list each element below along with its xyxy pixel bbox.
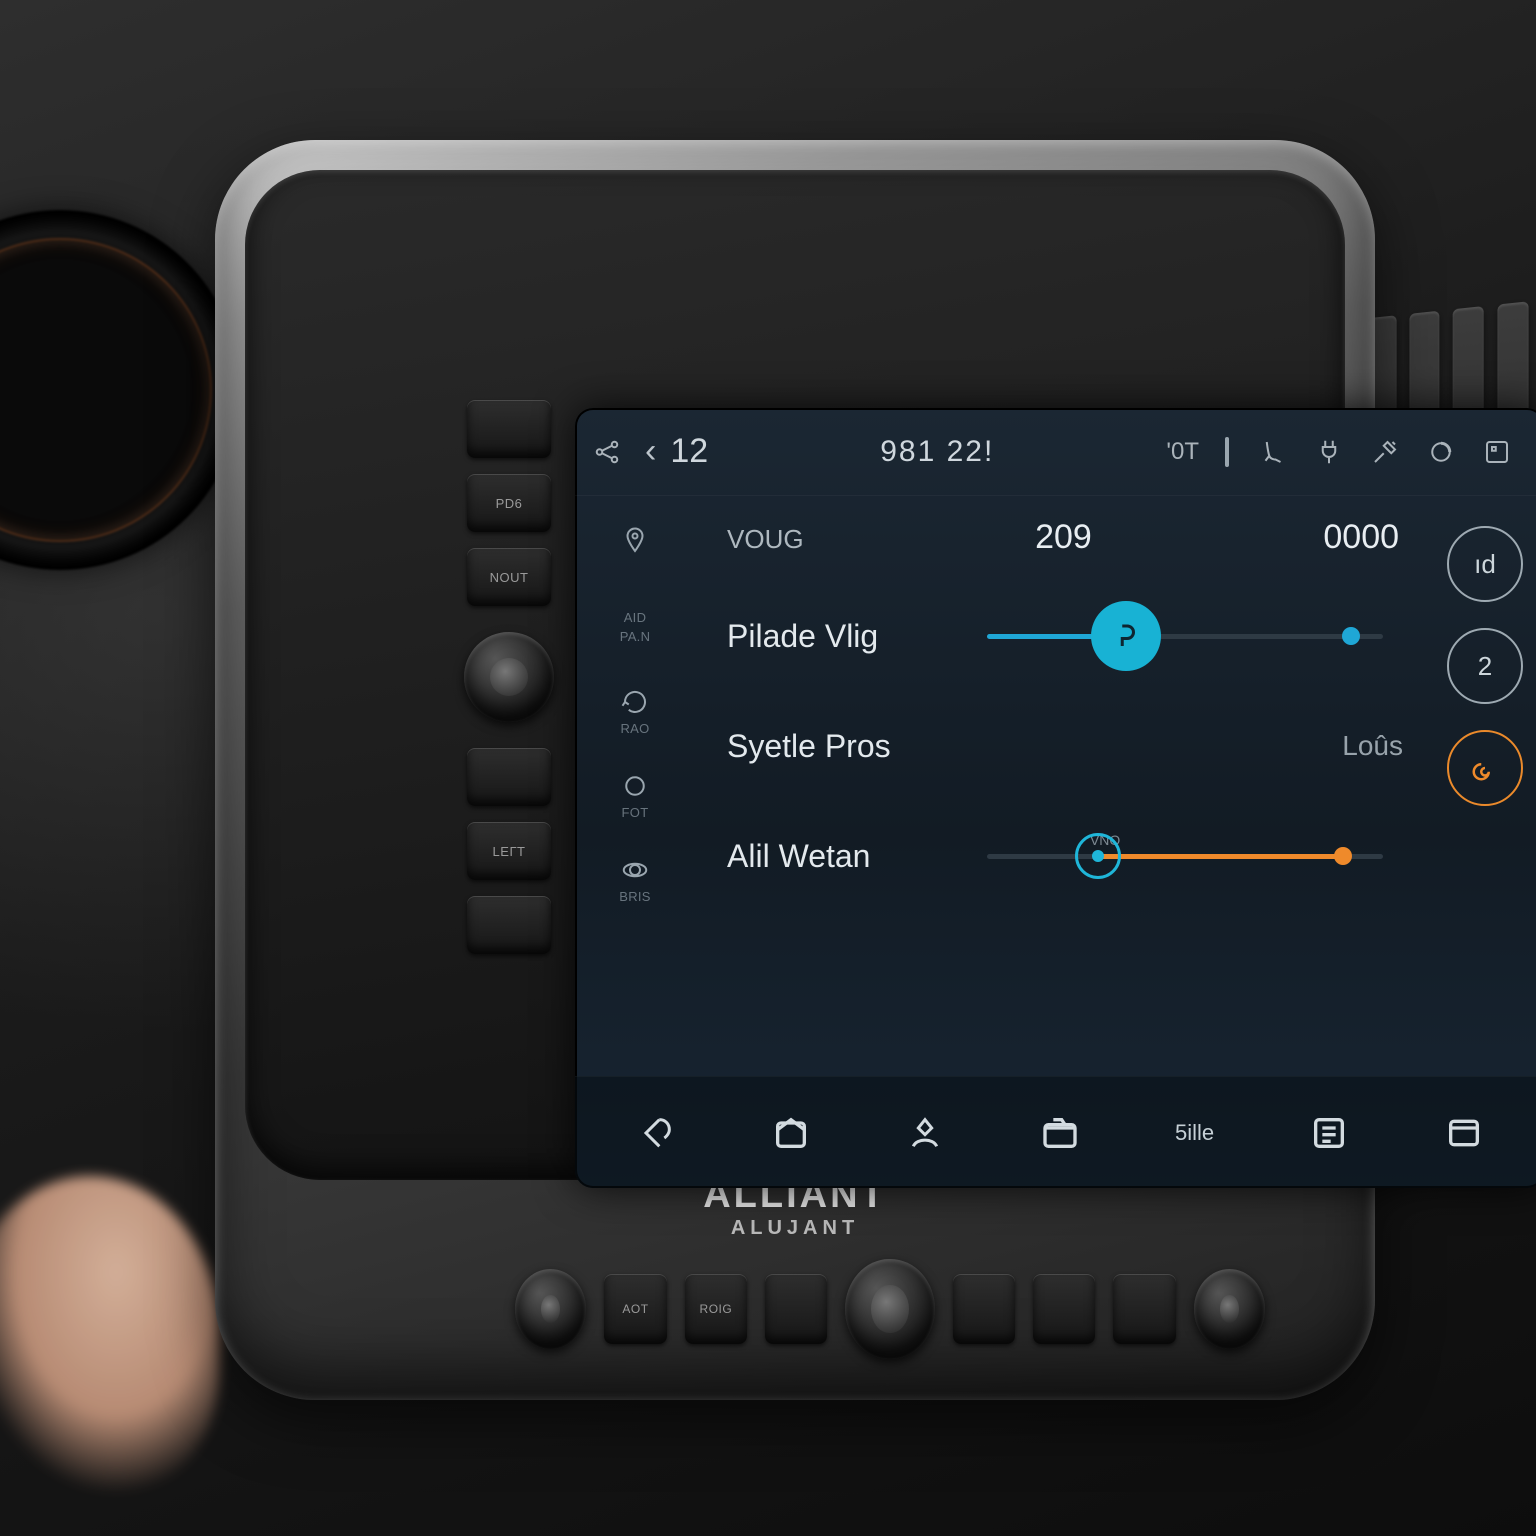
back-chevron-icon[interactable]: ‹ [645, 432, 656, 471]
status-seat-icon[interactable] [1255, 434, 1291, 470]
status-share-icon[interactable] [589, 434, 625, 470]
hw-bottom-3[interactable] [765, 1274, 827, 1344]
screen-content: AID PA.N RAO FOT BRIS [575, 496, 1536, 1076]
setting-row-1[interactable]: Syetle Pros Loûs [705, 691, 1415, 801]
sidebar-item-0[interactable] [575, 502, 695, 584]
main-panel: VOUG 209 0000 Pilade Vlig [695, 496, 1425, 1076]
sidebar-item-4[interactable]: BRIS [575, 838, 695, 920]
folder-icon [1040, 1113, 1080, 1153]
headunit-bezel: DAV' PD6 NOUT LEГТ AOT ROIG ALLIANT AL [215, 140, 1375, 1400]
nav-item-0[interactable] [589, 1113, 724, 1153]
quick-btn-2[interactable] [1447, 730, 1523, 806]
hw-btn-6[interactable] [467, 896, 551, 954]
row-title: Syetle Pros [727, 728, 967, 765]
sidebar-item-3[interactable]: FOT [575, 754, 695, 836]
list-icon [1309, 1113, 1349, 1153]
home-sq-icon [771, 1113, 811, 1153]
hw-bottom-2[interactable]: ROIG [685, 1274, 747, 1344]
hw-btn-4[interactable] [467, 748, 551, 806]
hw-knob-bl[interactable] [515, 1269, 586, 1349]
bottom-nav: 5ille [575, 1076, 1536, 1188]
hand [0, 1176, 220, 1496]
instrument-gauge [0, 210, 240, 570]
row-suffix: Loûs [1342, 730, 1403, 762]
spiral-icon [1470, 753, 1500, 783]
row-title: Pilade Vlig [727, 618, 967, 655]
hw-bottom-6[interactable] [1113, 1274, 1175, 1344]
nav-item-2[interactable] [858, 1113, 993, 1153]
nav-item-1[interactable] [724, 1113, 859, 1153]
status-app-icon[interactable] [1479, 434, 1515, 470]
status-bar: ‹ 12 981 22! '0T [575, 408, 1536, 496]
screen-sidebar: AID PA.N RAO FOT BRIS [575, 496, 695, 1076]
back-flag-icon [636, 1113, 676, 1153]
status-tools-icon[interactable] [1367, 434, 1403, 470]
header-center-value: 209 [1035, 518, 1092, 557]
setting-row-0: Pilade Vlig [705, 581, 1415, 691]
profile-icon [905, 1113, 945, 1153]
hw-knob-br[interactable] [1194, 1269, 1265, 1349]
sidebar-item-2[interactable]: RAO [575, 670, 695, 752]
nav-item-4[interactable]: 5ille [1127, 1120, 1262, 1146]
hw-bottom-1[interactable]: AOT [604, 1274, 666, 1344]
dashboard-background: DAV' PD6 NOUT LEГТ AOT ROIG ALLIANT AL [0, 0, 1536, 1536]
nav-label: 5ille [1175, 1120, 1214, 1146]
slider-2[interactable]: VNO [987, 826, 1383, 886]
window-icon [1444, 1113, 1484, 1153]
hw-btn-3[interactable]: NOUT [467, 548, 551, 606]
quick-btn-0[interactable]: ıd [1447, 526, 1523, 602]
circle-icon [620, 771, 650, 801]
panel-header: VOUG 209 0000 [705, 510, 1415, 581]
setting-row-2: Alil Wetan VNO [705, 801, 1415, 911]
hw-bottom-5[interactable] [1033, 1274, 1095, 1344]
orbit-icon [620, 855, 650, 885]
hw-knob-center[interactable] [845, 1259, 934, 1359]
handle-icon [1111, 621, 1141, 651]
sidebar-item-1[interactable]: AID PA.N [575, 586, 695, 668]
hw-bottom-4[interactable] [953, 1274, 1015, 1344]
hardware-left-column: PD6 NOUT LEГТ [461, 400, 557, 954]
nav-item-5[interactable] [1262, 1113, 1397, 1153]
touchscreen: ‹ 12 981 22! '0T [575, 408, 1536, 1188]
status-back-value: 12 [670, 432, 708, 471]
nav-item-3[interactable] [993, 1113, 1128, 1153]
status-temp-label: '0T [1166, 438, 1199, 466]
nav-item-6[interactable] [1396, 1113, 1531, 1153]
hardware-bottom-row: AOT ROIG [515, 1254, 1265, 1364]
hw-btn-2[interactable]: PD6 [467, 474, 551, 532]
refresh-icon [620, 687, 650, 717]
status-plug-icon[interactable] [1311, 434, 1347, 470]
slider-0[interactable] [987, 606, 1383, 666]
status-center-value: 981 22! [880, 435, 994, 469]
pin-icon [620, 526, 650, 556]
quick-column: ıd 2 [1425, 496, 1536, 1076]
header-right-value: 0000 [1323, 518, 1399, 557]
quick-btn-1[interactable]: 2 [1447, 628, 1523, 704]
header-left-label: VOUG [727, 524, 804, 555]
hw-btn-1[interactable] [467, 400, 551, 458]
row-title: Alil Wetan [727, 838, 967, 875]
hw-knob-top[interactable] [464, 632, 554, 722]
hw-btn-5[interactable]: LEГТ [467, 822, 551, 880]
status-loop-icon[interactable] [1423, 434, 1459, 470]
divider [1225, 437, 1229, 467]
